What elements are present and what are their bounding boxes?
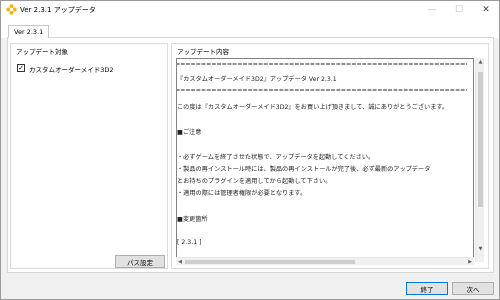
update-content-title: アップデート内容 (176, 46, 230, 56)
close-button[interactable]: ✕ (475, 1, 497, 18)
tab-strip (1, 18, 499, 38)
target-checkbox[interactable]: ✓ (17, 64, 25, 72)
update-target-title: アップデート対象 (15, 46, 69, 56)
notes-line: ■変更箇所 (177, 216, 208, 223)
notes-horizontal-scrollbar[interactable]: ◀ ▶ (176, 257, 474, 265)
window-title: Ver 2.3.1 アップデータ (20, 6, 96, 14)
scroll-down-icon[interactable]: ▼ (477, 245, 484, 253)
maximize-button[interactable]: ☐ (448, 1, 470, 18)
vertical-scroll-thumb[interactable] (478, 72, 483, 207)
scroll-right-icon[interactable]: ▶ (466, 258, 474, 266)
horizontal-scroll-thumb[interactable] (185, 260, 355, 264)
app-flower-icon (6, 4, 17, 15)
notes-line: [ 2.3.1 ] (177, 239, 202, 246)
minimize-button[interactable]: — (421, 1, 443, 18)
notes-line: ・必ずゲームを終了させた状態で、アップデータを起動してください。 (177, 154, 375, 161)
title-bar: Ver 2.3.1 アップデータ — ☐ ✕ (1, 1, 499, 18)
update-notes-textbox[interactable]: ========================================… (176, 58, 474, 262)
target-checkbox-label[interactable]: カスタムオーダーメイド3D2 (29, 64, 114, 74)
notes-line: ・適用の際には管理者権限が必要となります。 (177, 190, 307, 197)
notes-line: この度は『カスタムオーダーメイド3D2』をお買い上げ頂きまして、誠にありがとうご… (177, 104, 449, 111)
update-target-group (10, 43, 168, 269)
scroll-left-icon[interactable]: ◀ (176, 258, 184, 266)
update-notes-content: ========================================… (177, 59, 467, 255)
notes-line: ========================================… (177, 61, 467, 68)
notes-line: ・製品の再インストール時には、製品の再インストールが完了後、必ず最新のアップデー… (177, 166, 431, 173)
path-settings-button[interactable]: パス設定 (115, 255, 165, 268)
next-button[interactable]: 次へ (452, 282, 494, 295)
finish-button[interactable]: 終了 (406, 282, 448, 295)
updater-window: Ver 2.3.1 アップデータ — ☐ ✕ Ver 2.3.1 アップデート対… (0, 0, 500, 300)
notes-vertical-scrollbar[interactable]: ▲ ▼ (475, 58, 484, 262)
tab-version[interactable]: Ver 2.3.1 (8, 25, 50, 38)
notes-line: とお持ちのプラグインを適用してから起動して下さい。 (177, 178, 332, 185)
notes-line: ■ご注意 (177, 129, 202, 136)
scroll-up-icon[interactable]: ▲ (477, 58, 484, 66)
notes-line: ========================================… (177, 87, 467, 94)
checkmark-icon: ✓ (18, 63, 24, 72)
notes-line: 『カスタムオーダーメイド3D2』アップデータ Ver 2.3.1 (177, 76, 337, 83)
